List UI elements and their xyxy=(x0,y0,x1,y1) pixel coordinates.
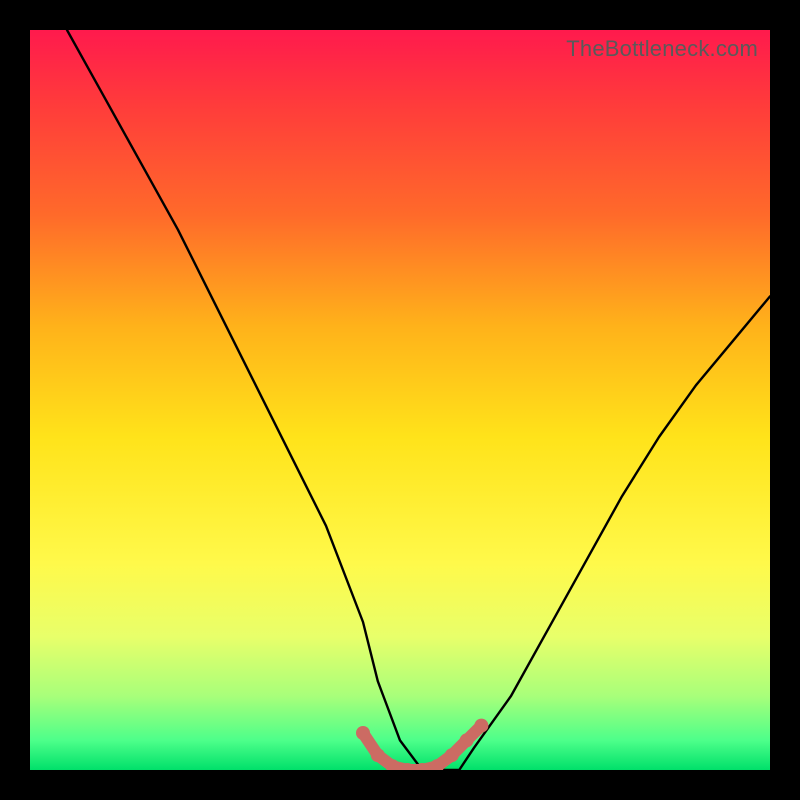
plot-area: TheBottleneck.com xyxy=(30,30,770,770)
marker-dot xyxy=(474,719,488,733)
marker-dot xyxy=(371,748,385,762)
marker-dot xyxy=(460,733,474,747)
marker-dot xyxy=(356,726,370,740)
bottleneck-curve xyxy=(67,30,770,770)
marker-dot xyxy=(445,748,459,762)
curve-layer xyxy=(30,30,770,770)
chart-frame: TheBottleneck.com xyxy=(0,0,800,800)
